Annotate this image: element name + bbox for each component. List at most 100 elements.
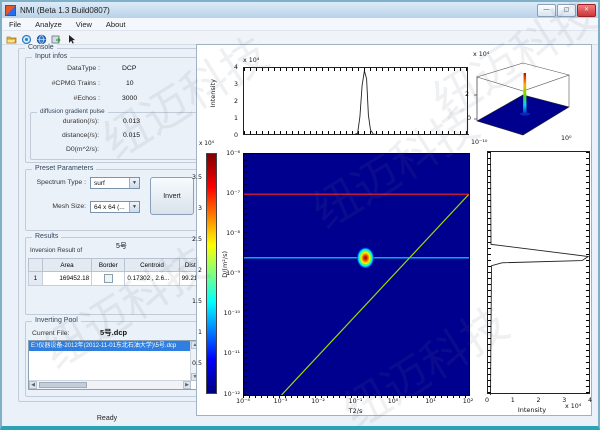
input-infos-group: Input infos DataType : DCP #CPMG Trains … xyxy=(25,57,203,163)
datatype-label: DataType : xyxy=(28,65,100,72)
tick-label: 2.5 xyxy=(192,236,202,243)
title-bar[interactable]: NMI (Beta 1.3 Build0807) — ▢ ✕ xyxy=(2,2,598,18)
tick-label: 10⁻⁴ xyxy=(228,398,258,405)
invert-button[interactable]: Invert xyxy=(150,177,194,215)
tick-label: 0 xyxy=(234,132,238,139)
d0-label: D0(m^2/s): xyxy=(33,146,99,153)
col-area[interactable]: Area xyxy=(42,259,91,272)
status-text: Ready xyxy=(62,415,152,422)
mesh-size-select[interactable]: 64 x 64 (... ▼ xyxy=(90,201,140,213)
tick-label: 10¹ xyxy=(416,398,446,405)
cpmg-trains-value: 10 xyxy=(126,80,134,87)
menu-analyze[interactable]: Analyze xyxy=(28,20,69,29)
chevron-down-icon[interactable]: ▼ xyxy=(129,178,139,188)
open-folder-icon[interactable] xyxy=(6,32,17,43)
table-row[interactable]: 1 169452.18 0.17302 , 2.6... 99.21 xyxy=(29,272,202,286)
spectrum-type-label: Spectrum Type : xyxy=(28,179,86,186)
right-projection-plot[interactable] xyxy=(487,151,590,394)
col-centroid[interactable]: Centroid xyxy=(125,259,179,272)
top-projection-plot[interactable] xyxy=(243,67,468,135)
menu-view[interactable]: View xyxy=(69,20,99,29)
diffusion-title: diffusion gradient pulse xyxy=(37,108,108,115)
distance-value: 0.015 xyxy=(123,132,140,139)
snapshot-icon[interactable] xyxy=(21,32,32,43)
results-caption: Inversion Result of xyxy=(30,247,82,254)
plot-panel: x 10⁴ Intensity 01234 xyxy=(196,44,592,416)
surface-corner-left-label: 10⁻¹⁰ xyxy=(471,139,487,146)
surface-corner-right-label: 10⁰ xyxy=(561,135,572,142)
maximize-button[interactable]: ▢ xyxy=(557,4,576,17)
close-button[interactable]: ✕ xyxy=(577,4,596,17)
chevron-down-icon[interactable]: ▼ xyxy=(129,202,139,212)
tick-label: 1 xyxy=(234,115,238,122)
echos-label: #Echos : xyxy=(28,95,100,102)
results-file-tag: 5号 xyxy=(116,241,127,251)
spectrum-type-select[interactable]: surf ▼ xyxy=(90,177,140,189)
tick-label: 10⁻⁹ xyxy=(226,270,240,277)
duration-label: duration(/s): xyxy=(33,118,99,125)
tick-label: 10² xyxy=(453,398,483,405)
cell-border[interactable] xyxy=(92,272,125,286)
surface-ztick-2: 2 xyxy=(465,91,469,98)
tick-label: 2 xyxy=(533,397,545,404)
toolbar xyxy=(2,31,598,45)
colorbar-exp-label: x 10⁴ xyxy=(199,141,214,147)
tick-label: 4 xyxy=(584,397,596,404)
cursor-icon[interactable] xyxy=(66,32,77,43)
list-item-selected[interactable]: E:\仪器设备-2012年(2012-11-01东北石油大学)\5号.dcp xyxy=(29,341,199,351)
app-window: NMI (Beta 1.3 Build0807) — ▢ ✕ File Anal… xyxy=(0,0,600,430)
colorbar-ticks: 0.511.522.533.5 xyxy=(190,153,204,394)
current-file-label: Current File: xyxy=(32,330,69,337)
tick-label: 10⁻¹⁰ xyxy=(224,310,240,317)
pool-title: Inverting Pool xyxy=(32,317,81,324)
app-icon xyxy=(5,5,16,16)
col-border[interactable]: Border xyxy=(92,259,125,272)
datatype-value: DCP xyxy=(122,65,136,72)
console-title: Console xyxy=(25,44,57,51)
diffusion-group: diffusion gradient pulse duration(/s): 0… xyxy=(30,112,198,160)
heatmap-xticks: 10⁻⁴10⁻³10⁻²10⁻¹10⁰10¹10² xyxy=(243,398,468,406)
pool-listbox[interactable]: E:\仪器设备-2012年(2012-11-01东北石油大学)\5号.dcp ▲… xyxy=(28,340,200,390)
tick-label: 10⁻⁸ xyxy=(226,230,240,237)
minimize-button[interactable]: — xyxy=(537,4,556,17)
spectrum-type-value: surf xyxy=(94,180,105,187)
d-t2-heatmap[interactable] xyxy=(243,153,470,396)
top-plot-yticks: 01234 xyxy=(223,67,240,135)
tick-label: 10⁻¹² xyxy=(224,391,240,398)
right-plot-exp-label: x 10⁴ xyxy=(565,403,581,410)
tick-label: 3.5 xyxy=(192,174,202,181)
border-checkbox[interactable] xyxy=(104,274,113,283)
cell-centroid[interactable]: 0.17302 , 2.6... xyxy=(125,272,179,286)
preset-title: Preset Parameters xyxy=(32,165,96,172)
mesh-size-value: 64 x 64 (... xyxy=(94,204,125,211)
cell-area[interactable]: 169452.18 xyxy=(42,272,91,286)
inverting-pool-group: Inverting Pool Current File: 5号.dcp E:\仪… xyxy=(25,321,203,397)
echos-value: 3000 xyxy=(122,95,137,102)
menu-about[interactable]: About xyxy=(99,20,133,29)
results-title: Results xyxy=(32,233,61,240)
tick-label: 0.5 xyxy=(192,360,202,367)
horizontal-scrollbar[interactable]: ◀ ▶ xyxy=(29,380,191,389)
console-panel: Console Input infos DataType : DCP #CPMG… xyxy=(18,48,210,402)
menu-bar: File Analyze View About xyxy=(2,18,598,31)
scroll-thumb[interactable] xyxy=(39,382,87,388)
results-group: Results Inversion Result of 5号 Area Bord… xyxy=(25,237,203,315)
tick-label: 10⁻¹¹ xyxy=(224,350,240,357)
scroll-left-icon[interactable]: ◀ xyxy=(29,381,37,389)
tick-label: 10⁻¹ xyxy=(341,398,371,405)
input-infos-title: Input infos xyxy=(32,53,70,60)
menu-file[interactable]: File xyxy=(2,20,28,29)
status-bar: Ready xyxy=(2,412,598,426)
tick-label: 3 xyxy=(234,81,238,88)
globe-icon[interactable] xyxy=(36,32,47,43)
tick-label: 10⁰ xyxy=(378,398,408,405)
results-table[interactable]: Area Border Centroid Dist 1 169452.18 0.… xyxy=(28,258,202,286)
mesh-size-label: Mesh Size: xyxy=(28,203,86,210)
preset-parameters-group: Preset Parameters Spectrum Type : surf ▼… xyxy=(25,169,203,231)
tick-label: 10⁻² xyxy=(303,398,333,405)
tick-label: 3 xyxy=(198,205,202,212)
current-file-value: 5号.dcp xyxy=(100,327,127,338)
tick-label: 0 xyxy=(481,397,493,404)
tick-label: 10⁻⁷ xyxy=(226,190,240,197)
export-icon[interactable] xyxy=(51,32,62,43)
